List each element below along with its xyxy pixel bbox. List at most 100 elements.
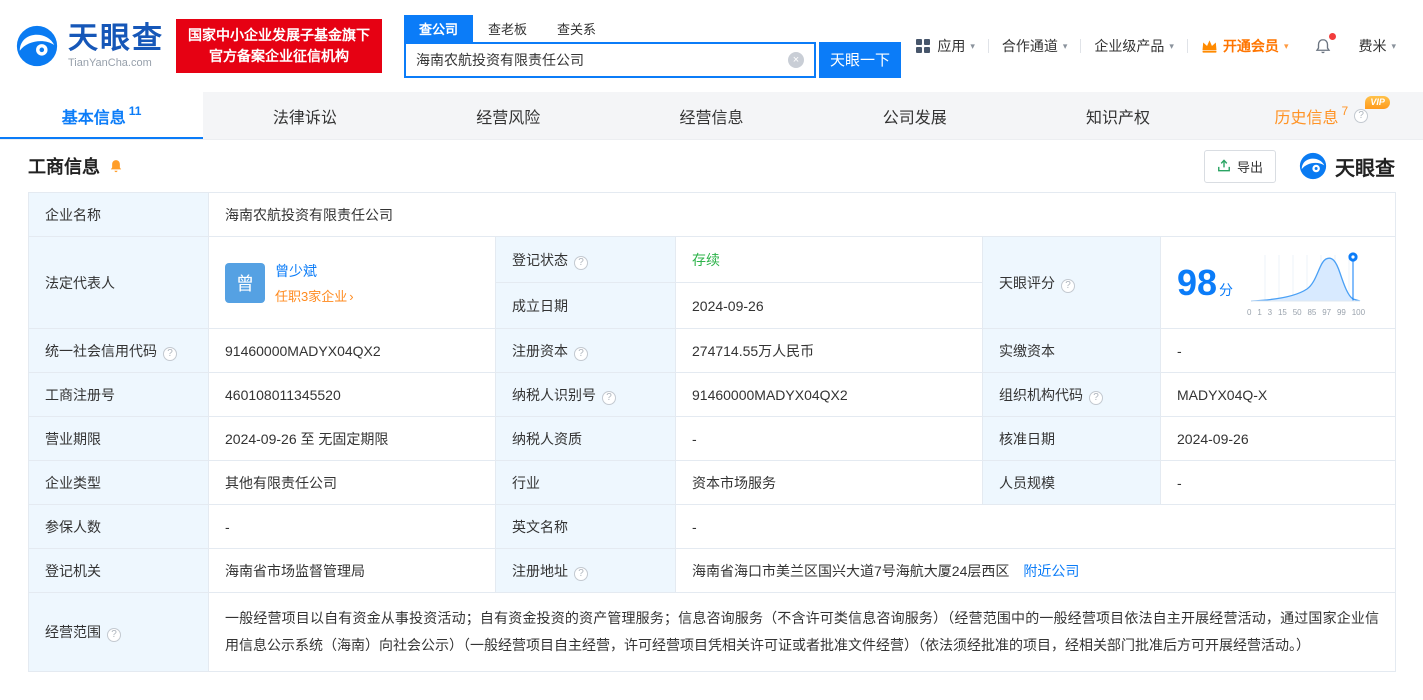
search-tab-company[interactable]: 查公司 (404, 14, 474, 42)
paid-capital-value: - (1159, 328, 1397, 373)
help-icon[interactable]: ? (163, 346, 177, 361)
chevron-down-icon: ▾ (970, 40, 975, 51)
tab-basic-info[interactable]: 基本信息 11 (0, 92, 204, 139)
row-credit-code: 统一社会信用代码? 91460000MADYX04QX2 注册资本? 27471… (28, 328, 1397, 373)
export-button[interactable]: 导出 (1203, 149, 1276, 183)
search-input[interactable] (406, 51, 788, 68)
business-term-value: 2024-09-26 至 无固定期限 (208, 416, 496, 461)
row-legal-rep: 法定代表人 曾 曾少斌 任职3家企业 › 登记状态? 存续 天眼评分 ? 98 … (28, 236, 1397, 329)
business-info-table: 企业名称 海南农航投资有限责任公司 法定代表人 曾 曾少斌 任职3家企业 › 登… (28, 192, 1397, 672)
tab-label: 历史信息 (1274, 109, 1339, 127)
tab-label: 知识产权 (1086, 109, 1151, 127)
staff-size-value: - (1159, 460, 1397, 505)
reg-status-label: 登记状态? (495, 236, 676, 283)
tab-company-development[interactable]: 公司发展 (813, 92, 1016, 139)
search-box: × (404, 41, 816, 78)
tab-label: 基本信息 (61, 109, 126, 127)
apps-grid-icon (916, 39, 931, 53)
org-code-label: 组织机构代码? (982, 372, 1161, 417)
certification-banner: 国家中小企业发展子基金旗下 官方备案企业征信机构 (176, 19, 382, 73)
nearby-companies-link[interactable]: 附近公司 (1023, 563, 1079, 579)
credit-code-label: 统一社会信用代码? (28, 328, 209, 373)
reg-authority-value: 海南省市场监督管理局 (208, 548, 496, 593)
row-company-type: 企业类型 其他有限责任公司 行业 资本市场服务 人员规模 - (28, 460, 1397, 505)
reg-number-value: 460108011345520 (208, 372, 496, 417)
company-name-label: 企业名称 (28, 192, 209, 237)
help-icon[interactable]: ? (1089, 390, 1103, 405)
score-label: 天眼评分? (982, 236, 1161, 329)
business-scope-value: 一般经营项目以自有资金从事投资活动；自有资金投资的资产管理服务；信息咨询服务（不… (207, 592, 1397, 672)
nav-user-account[interactable]: 费米 ▾ (1345, 36, 1409, 56)
org-code-value: MADYX04Q-X (1159, 372, 1397, 417)
help-icon[interactable]: ? (574, 255, 588, 270)
search-tab-relation[interactable]: 查关系 (542, 15, 611, 42)
chevron-down-icon: ▾ (1169, 40, 1174, 51)
tab-business-info[interactable]: 经营信息 (610, 92, 813, 139)
tab-history-info[interactable]: 历史信息 7 ? VIP (1220, 92, 1423, 139)
notifications-bell[interactable] (1301, 32, 1345, 56)
nav-apps-label: 应用 (937, 38, 966, 54)
help-icon[interactable]: ? (1354, 108, 1369, 123)
export-icon (1218, 159, 1230, 172)
watermark-logo-text: 天眼查 (1335, 157, 1395, 180)
industry-value: 资本市场服务 (675, 460, 983, 505)
help-icon[interactable]: ? (107, 628, 121, 642)
paid-capital-label: 实缴资本 (982, 328, 1161, 373)
nav-apps[interactable]: 应用 ▾ (903, 36, 988, 56)
reg-address-value: 海南省海口市美兰区国兴大道7号海航大厦24层西区 附近公司 (674, 548, 1397, 593)
row-reg-authority: 登记机关 海南省市场监督管理局 注册地址? 海南省海口市美兰区国兴大道7号海航大… (28, 548, 1397, 593)
search-tabs: 查公司 查老板 查关系 (404, 14, 901, 42)
avatar[interactable]: 曾 (225, 262, 265, 303)
search-area: 查公司 查老板 查关系 × 天眼一下 (404, 14, 901, 78)
tab-intellectual-property[interactable]: 知识产权 (1016, 92, 1219, 139)
help-icon[interactable]: ? (574, 566, 588, 581)
monitor-bell-icon[interactable] (108, 158, 124, 175)
score-value: 98 分 0 1 3 15 50 85 97 99 100 (1159, 236, 1397, 329)
help-icon[interactable]: ? (1061, 278, 1075, 293)
tab-legal-proceedings[interactable]: 法律诉讼 (203, 92, 406, 139)
watermark-logo: 天眼查 (1298, 151, 1395, 181)
tianyancha-logo[interactable]: 天眼查 TianYanCha.com (14, 22, 164, 69)
rep-companies-link[interactable]: 任职3家企业 › (275, 286, 354, 305)
search-tab-boss[interactable]: 查老板 (473, 15, 542, 42)
taxpayer-quality-label: 纳税人资质 (495, 416, 676, 461)
tab-count: 11 (128, 103, 142, 118)
reg-capital-label: 注册资本? (495, 328, 676, 373)
legal-rep-link[interactable]: 曾少斌 (275, 261, 354, 281)
notification-dot (1329, 32, 1337, 40)
reg-number-label: 工商注册号 (28, 372, 209, 417)
status-badge: 存续 (692, 251, 720, 268)
taxpayer-quality-value: - (675, 416, 983, 461)
score-distribution-chart: 0 1 3 15 50 85 97 99 100 (1247, 249, 1365, 317)
establish-date-value: 2024-09-26 (675, 282, 983, 329)
row-reg-number: 工商注册号 460108011345520 纳税人识别号? 91460000MA… (28, 372, 1397, 417)
nav-cooperation[interactable]: 合作通道 ▾ (989, 36, 1081, 56)
chevron-down-icon: ▾ (1391, 40, 1396, 51)
company-type-value: 其他有限责任公司 (208, 460, 496, 505)
logo-domain: TianYanCha.com (68, 57, 152, 70)
legal-rep-label: 法定代表人 (28, 236, 209, 329)
business-term-label: 营业期限 (28, 416, 209, 461)
tab-business-risk[interactable]: 经营风险 (407, 92, 610, 139)
clear-search-icon[interactable]: × (788, 51, 804, 68)
nav-enterprise-products[interactable]: 企业级产品 ▾ (1081, 36, 1187, 56)
logo-title: 天眼查 (68, 22, 164, 56)
approval-date-label: 核准日期 (982, 416, 1161, 461)
site-header: 天眼查 TianYanCha.com 国家中小企业发展子基金旗下 官方备案企业征… (0, 0, 1423, 92)
approval-date-value: 2024-09-26 (1159, 416, 1397, 461)
search-button[interactable]: 天眼一下 (819, 41, 901, 78)
row-insured-count: 参保人数 - 英文名称 - (28, 504, 1397, 549)
row-company-name: 企业名称 海南农航投资有限责任公司 (28, 192, 1397, 237)
score-axis-labels: 0 1 3 15 50 85 97 99 100 (1247, 307, 1366, 317)
english-name-label: 英文名称 (495, 504, 676, 549)
nav-open-vip[interactable]: 开通会员 ▾ (1188, 36, 1302, 56)
export-label: 导出 (1236, 159, 1263, 175)
row-business-scope: 经营范围? 一般经营项目以自有资金从事投资活动；自有资金投资的资产管理服务；信息… (28, 592, 1397, 672)
tab-label: 经营风险 (476, 109, 541, 127)
help-icon[interactable]: ? (602, 390, 616, 405)
row-business-term: 营业期限 2024-09-26 至 无固定期限 纳税人资质 - 核准日期 202… (28, 416, 1397, 461)
industry-label: 行业 (495, 460, 676, 505)
help-icon[interactable]: ? (574, 346, 588, 361)
company-type-label: 企业类型 (28, 460, 209, 505)
cert-line2: 官方备案企业征信机构 (209, 48, 349, 64)
